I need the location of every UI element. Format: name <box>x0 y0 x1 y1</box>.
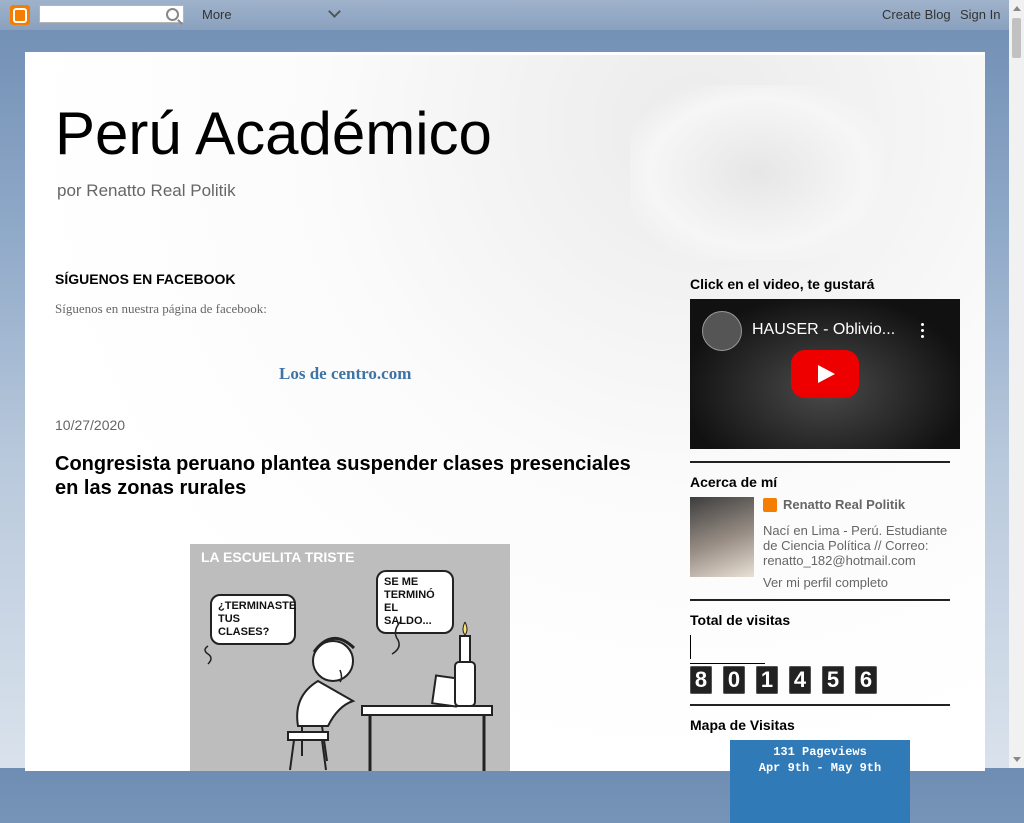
scroll-up-arrow-icon[interactable] <box>1013 6 1021 11</box>
navbar-search-input[interactable] <box>39 5 184 23</box>
cartoon-drawing <box>204 621 493 771</box>
counter-digit: 6 <box>855 666 877 694</box>
facebook-widget-heading: SÍGUENOS EN FACEBOOK <box>55 271 236 287</box>
facebook-page-link[interactable]: Los de centro.com <box>279 364 411 384</box>
sign-in-link[interactable]: Sign In <box>960 7 1000 22</box>
counter-digit: 5 <box>822 666 844 694</box>
channel-avatar[interactable] <box>702 311 742 351</box>
post-title[interactable]: Congresista peruano plantea suspender cl… <box>55 452 645 500</box>
scroll-down-arrow-icon[interactable] <box>1013 757 1021 762</box>
video-widget-heading: Click en el video, te gustará <box>690 276 875 292</box>
counter-digit: 8 <box>690 666 712 694</box>
search-icon[interactable] <box>166 8 179 21</box>
map-date-range: Apr 9th - May 9th <box>758 761 882 775</box>
visits-widget-heading: Total de visitas <box>690 612 791 628</box>
scroll-thumb[interactable] <box>1012 18 1021 58</box>
divider <box>690 461 950 463</box>
video-title[interactable]: HAUSER - Oblivio... <box>752 321 895 339</box>
about-widget-heading: Acerca de mí <box>690 474 778 490</box>
map-widget-heading: Mapa de Visitas <box>690 717 795 733</box>
view-full-profile-link[interactable]: Ver mi perfil completo <box>763 575 888 590</box>
youtube-video-embed[interactable]: HAUSER - Oblivio... <box>690 299 960 449</box>
create-blog-link[interactable]: Create Blog <box>882 7 951 22</box>
video-menu-icon[interactable] <box>921 323 924 341</box>
post-cartoon-image[interactable]: LA ESCUELITA TRISTE ¿TERMINASTE TUS CLAS… <box>190 544 510 771</box>
counter-graph-baseline <box>690 663 765 664</box>
counter-digit: 0 <box>723 666 745 694</box>
profile-photo[interactable] <box>690 497 754 577</box>
blog-title[interactable]: Perú Académico <box>55 99 492 168</box>
chevron-down-icon[interactable] <box>328 5 341 18</box>
profile-bio: Nací en Lima - Perú. Estudiante de Cienc… <box>763 523 948 568</box>
blog-description: por Renatto Real Politik <box>57 181 236 200</box>
blog-content: Perú Académico por Renatto Real Politik … <box>25 52 985 823</box>
facebook-widget-text: Síguenos en nuestra página de facebook: <box>55 301 267 316</box>
divider <box>690 599 950 601</box>
divider <box>690 704 950 706</box>
counter-graph-line <box>690 635 691 659</box>
post-date: 10/27/2020 <box>55 417 126 433</box>
counter-digit: 4 <box>789 666 811 694</box>
visit-counter: 8 0 1 4 5 6 <box>690 666 888 694</box>
page-scrollbar[interactable] <box>1009 0 1024 768</box>
profile-name-link[interactable]: Renatto Real Politik <box>783 497 905 512</box>
play-button-icon[interactable] <box>791 350 859 398</box>
counter-digit: 1 <box>756 666 778 694</box>
blogger-profile-icon <box>763 498 777 512</box>
blogger-logo-icon[interactable] <box>10 5 30 25</box>
map-pageviews: 131 Pageviews <box>773 745 867 759</box>
visitor-map-widget[interactable]: 131 Pageviews Apr 9th - May 9th <box>730 740 910 823</box>
decorative-crumpled-paper <box>630 85 885 260</box>
more-menu[interactable]: More <box>202 7 232 22</box>
blogger-navbar: More Create Blog Sign In <box>0 0 1024 30</box>
